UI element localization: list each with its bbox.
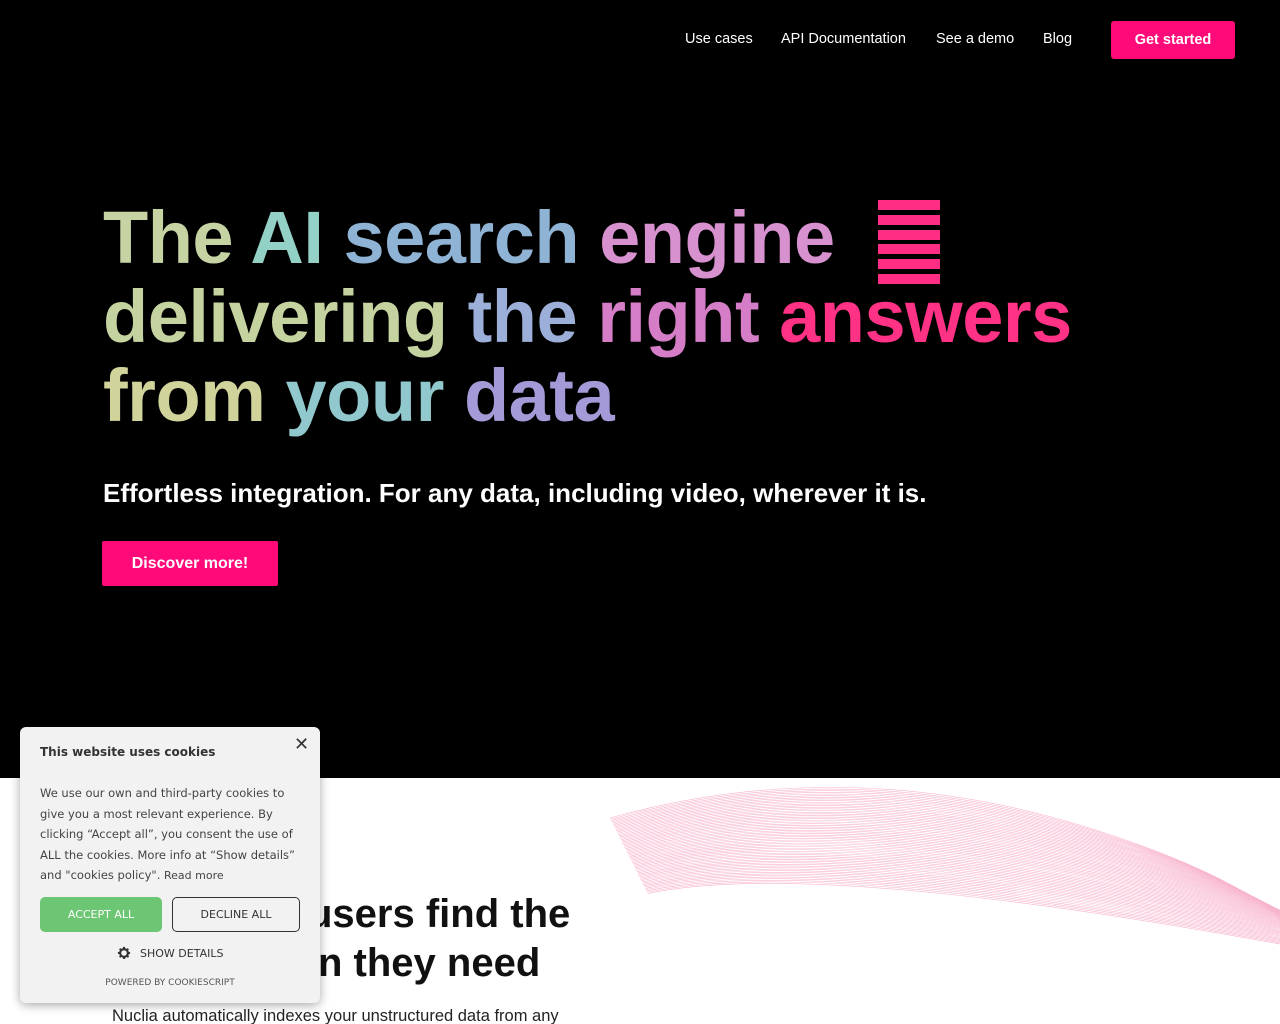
- section-title-line-1: users find the: [308, 892, 571, 936]
- discover-more-button[interactable]: Discover more!: [102, 541, 278, 586]
- headline-word: the: [467, 275, 578, 358]
- top-navigation: Use cases API Documentation See a demo B…: [0, 0, 1280, 80]
- show-details-toggle[interactable]: SHOW DETAILS: [116, 945, 223, 961]
- section-description: Nuclia automatically indexes your unstru…: [112, 1007, 559, 1024]
- hero-subtitle: Effortless integration. For any data, in…: [103, 478, 927, 508]
- read-more-link[interactable]: Read more: [164, 869, 224, 882]
- nav-see-a-demo[interactable]: See a demo: [936, 31, 1014, 47]
- headline-word: AI: [250, 196, 324, 279]
- headline-line-2: delivering the right answers: [103, 277, 1072, 356]
- gear-icon: [117, 946, 131, 959]
- cookie-title: This website uses cookies: [40, 745, 216, 759]
- nav-blog[interactable]: Blog: [1043, 31, 1072, 47]
- headline-word: data: [463, 354, 615, 437]
- headline-word: The: [103, 196, 234, 279]
- section-title-line-2: n they need: [318, 941, 541, 985]
- decline-all-button[interactable]: DECLINE ALL: [172, 897, 300, 932]
- headline-word: your: [285, 354, 445, 437]
- headline-word: delivering: [103, 275, 448, 358]
- cookie-banner: This website uses cookies ✕ We use our o…: [20, 727, 320, 1003]
- show-details-label: SHOW DETAILS: [140, 946, 224, 960]
- cookie-description: We use our own and third-party cookies t…: [40, 783, 304, 887]
- nav-use-cases[interactable]: Use cases: [685, 31, 753, 47]
- headline-word: search: [343, 196, 580, 279]
- nav-api-documentation[interactable]: API Documentation: [781, 31, 906, 47]
- decorative-wave-graphic: [609, 787, 1280, 945]
- headline-word: from: [103, 354, 266, 437]
- headline-word: answers: [779, 275, 1072, 358]
- hero-section: Use cases API Documentation See a demo B…: [0, 0, 1280, 778]
- bars-icon: [878, 200, 940, 284]
- get-started-button[interactable]: Get started: [1111, 21, 1235, 59]
- headline-word: right: [597, 275, 760, 358]
- accept-all-button[interactable]: ACCEPT ALL: [40, 897, 162, 932]
- cookie-body-text: We use our own and third-party cookies t…: [40, 786, 296, 882]
- powered-by-label: POWERED BY COOKIESCRIPT: [105, 978, 235, 988]
- close-icon[interactable]: ✕: [294, 736, 309, 754]
- headline-word: engine: [599, 196, 835, 279]
- headline-line-3: from your data: [103, 356, 1072, 435]
